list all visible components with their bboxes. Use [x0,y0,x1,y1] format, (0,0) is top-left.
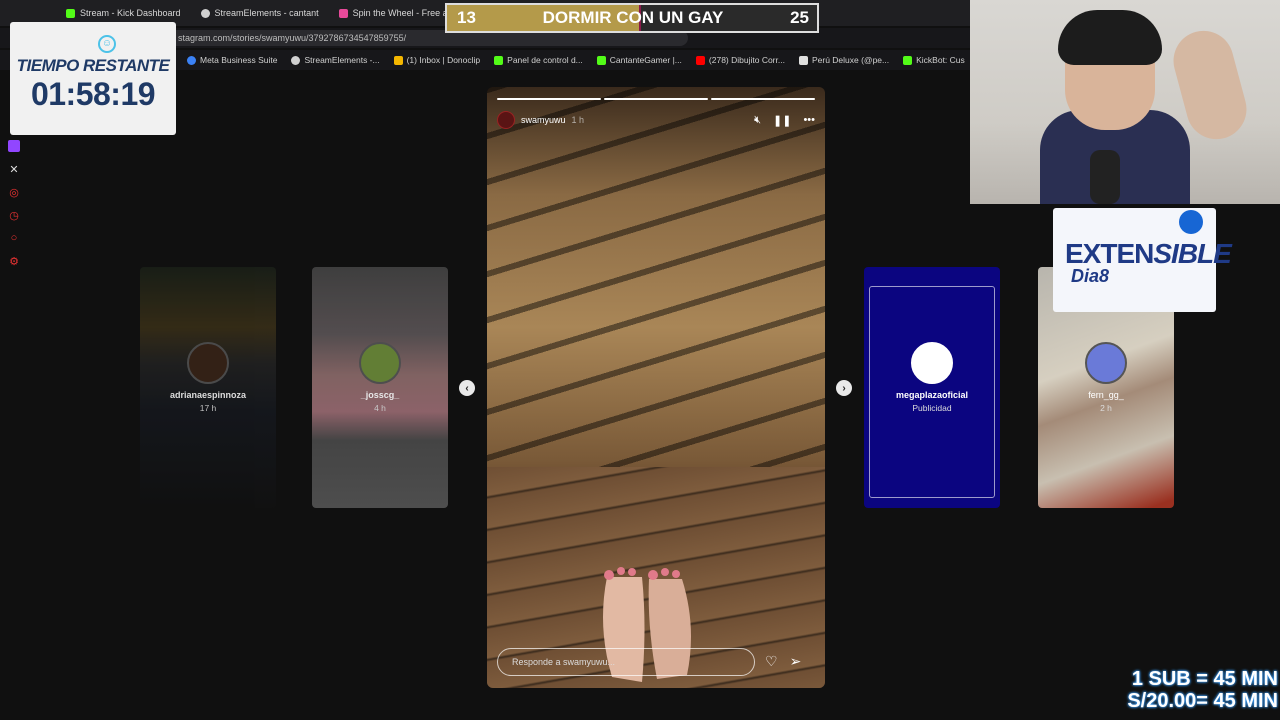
story-time: 1 h [571,115,585,125]
webcam-overlay [970,0,1280,204]
bookmark-youtube[interactable]: (278) Dibujito Corr... [689,55,792,65]
twitch-icon[interactable] [8,140,20,152]
bookmark-label: (1) Inbox | Donoclip [406,55,481,65]
kick-icon [66,8,75,18]
extensible-day: Dia8 [1071,266,1110,286]
extensible-word-2: SIBLE [1153,238,1231,269]
donation-rate-line: S/20.00= 45 MIN [1127,690,1278,712]
avatar [359,342,401,384]
story-time: 4 h [374,403,386,413]
story-header: swamyuwu 1 h 🔇︎ ❚❚ ••• [497,111,815,129]
settings-icon[interactable]: ⚙ [8,255,20,268]
streamelements-icon [291,55,301,65]
avatar [1085,342,1127,384]
wheel-icon [338,8,348,18]
next-story-button[interactable]: › [836,380,852,396]
smiley-icon: ☺ [98,35,116,53]
extensible-overlay: EXTENSIBLE Dia8 [1053,208,1232,312]
previous-story-button[interactable]: ‹ [459,380,475,396]
progress-segment [711,98,815,100]
avatar [187,342,229,384]
story-username[interactable]: swamyuwu [521,115,566,125]
extensible-word-1: EXTEN [1065,238,1154,269]
streamelements-icon [200,8,210,18]
countdown-timer-overlay: ☺ TIEMPO RESTANTE 01:58:19 [10,22,176,135]
bookmark-kickbot[interactable]: KickBot: Cus [896,55,972,65]
goal-bar-overlay: 13 DORMIR CON UN GAY 25 [445,3,819,33]
sub-rate-overlay: 1 SUB = 45 MIN S/20.00= 45 MIN [1127,668,1278,712]
share-icon[interactable]: ➢ [790,653,802,670]
story-controls: 🔇︎ ❚❚ ••• [754,114,815,127]
story-preview-adrianaespinnoza[interactable]: adrianaespinnoza 17 h [140,267,276,508]
sub-rate-line: 1 SUB = 45 MIN [1131,668,1278,690]
chat-icon[interactable]: ○ [8,232,20,244]
kickbot-icon [903,55,913,65]
donoclip-icon [393,55,403,65]
story-username: fern_gg_ [1088,390,1124,400]
mute-icon[interactable]: 🔇︎ [754,114,761,127]
left-sidebar: ✕ ◎ ◷ ○ ⚙ [0,140,28,710]
story-preview-megaplazaoficial[interactable]: megaplazaoficial Publicidad [864,267,1000,508]
bookmark-label: Perú Deluxe (@pe... [811,55,890,65]
x-icon[interactable]: ✕ [8,163,20,176]
tab-streamelements[interactable]: StreamElements - cantant [191,3,329,23]
story-progress [497,98,815,100]
bookmark-label: Panel de control d... [507,55,583,65]
bookmark-streamelements[interactable]: StreamElements -... [284,55,386,65]
webcam-hair [1058,10,1162,65]
youtube-icon [695,55,705,65]
meta-icon [187,55,196,65]
bookmark-label: CantanteGamer |... [609,55,682,65]
story-actions: ♡ ➢ [765,653,801,670]
bookmark-cantantegamer[interactable]: CantanteGamer |... [590,55,689,65]
story-preview-josscg[interactable]: _josscg_ 4 h [312,267,448,508]
story-username: adrianaespinnoza [169,390,247,400]
screen: { "tabs": [ {"label": "Stream - Kick Das… [0,0,1280,720]
goal-target: 25 [790,8,809,27]
kick-icon [494,55,504,65]
pin-icon [1179,210,1203,234]
goal-current: 13 [457,8,476,27]
bookmark-donoclip[interactable]: (1) Inbox | Donoclip [387,55,488,65]
timer-label: TIEMPO RESTANTE [16,56,170,75]
progress-segment [604,98,708,100]
tab-kick-dashboard[interactable]: Stream - Kick Dashboard [56,3,191,23]
microphone [1090,150,1120,204]
bookmark-label: (278) Dibujito Corr... [708,55,785,65]
tab-label: Stream - Kick Dashboard [80,8,181,18]
target-icon[interactable]: ◎ [8,186,20,199]
bookmark-label: Meta Business Suite [200,55,278,65]
tab-label: Spin the Wheel - Free and [352,8,458,18]
bookmark-kick-panel[interactable]: Panel de control d... [487,55,590,65]
bookmark-label: KickBot: Cus [916,55,965,65]
more-options-icon[interactable]: ••• [803,114,815,126]
bookmark-label: StreamElements -... [304,55,380,65]
kick-icon [596,55,606,65]
goal-text: DORMIR CON UN GAY [542,8,724,27]
avatar[interactable] [497,111,515,129]
pause-icon[interactable]: ❚❚ [773,114,791,127]
bookmark-tiktok[interactable]: Perú Deluxe (@pe... [792,55,896,65]
tab-label: StreamElements - cantant [214,8,319,18]
tiktok-icon [798,55,808,65]
story-username: _josscg_ [360,390,400,400]
clock-icon[interactable]: ◷ [8,209,20,222]
story-time: 17 h [199,403,217,413]
reply-input[interactable]: Responde a swamyuwu... [497,648,755,676]
bookmark-meta[interactable]: Meta Business Suite [180,55,284,65]
timer-value: 01:58:19 [30,76,156,112]
heart-icon[interactable]: ♡ [765,653,778,670]
progress-segment [497,98,601,100]
story-viewer[interactable]: swamyuwu 1 h 🔇︎ ❚❚ ••• Responde a swamyu… [487,87,825,688]
story-time: 2 h [1100,403,1112,413]
ad-frame [869,286,995,498]
